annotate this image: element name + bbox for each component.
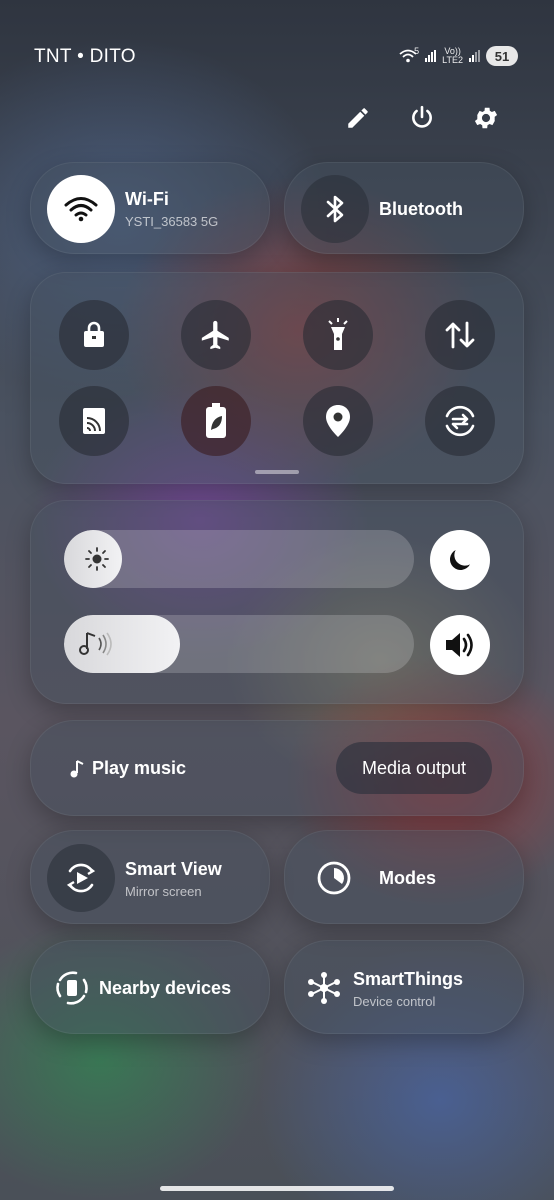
battery-level: 51	[486, 46, 518, 66]
speaker-icon	[446, 633, 473, 657]
moon-icon	[450, 550, 470, 570]
airplane-icon	[201, 320, 229, 350]
nearby-devices-toggle[interactable]	[47, 963, 97, 1013]
power-icon	[412, 105, 432, 128]
flashlight-icon	[328, 318, 348, 350]
lock-icon	[84, 321, 104, 347]
cast-icon	[83, 408, 105, 434]
bluetooth-tile[interactable]: Bluetooth	[284, 162, 524, 254]
signal-bars-icon	[425, 50, 437, 62]
smartthings-subtitle: Device control	[353, 994, 436, 1009]
power-button[interactable]	[402, 98, 442, 138]
wifi-tile[interactable]: Wi-Fi YSTI_36583 5G	[30, 162, 270, 254]
pencil-icon	[348, 108, 368, 128]
smart-view-toggle[interactable]	[47, 844, 115, 912]
flashlight-toggle[interactable]	[303, 300, 373, 370]
signal-bars-2-icon	[469, 50, 480, 62]
nearby-devices-title: Nearby devices	[99, 978, 232, 998]
wifi-status-icon: 5	[398, 45, 420, 64]
expand-handle[interactable]	[255, 470, 299, 474]
sync-toggle[interactable]	[425, 386, 495, 456]
wifi-icon	[64, 197, 98, 222]
location-icon	[326, 405, 350, 437]
modes-title: Modes	[379, 868, 437, 888]
brightness-slider[interactable]	[64, 530, 414, 588]
location-toggle[interactable]	[303, 386, 373, 456]
wifi-toggle[interactable]	[47, 175, 115, 243]
music-note-icon	[70, 759, 84, 777]
smartthings-icon	[308, 972, 340, 1004]
smartthings-tile[interactable]: SmartThings Device control	[284, 940, 524, 1034]
battery-saver-icon	[206, 403, 226, 438]
play-music-button[interactable]: Play music	[68, 758, 186, 779]
smart-view-tile[interactable]: Smart View Mirror screen	[30, 830, 270, 924]
mobile-data-toggle[interactable]	[425, 300, 495, 370]
sun-icon	[85, 547, 109, 571]
smart-view-subtitle: Mirror screen	[125, 884, 202, 899]
sound-mode-toggle[interactable]	[430, 615, 490, 675]
music-note-volume-icon	[79, 632, 112, 656]
bluetooth-icon	[326, 195, 344, 223]
bluetooth-toggle[interactable]	[301, 175, 369, 243]
modes-tile[interactable]: Modes	[284, 830, 524, 924]
volte-indicator: Vo)) LTE2	[442, 47, 463, 65]
settings-button[interactable]	[466, 98, 506, 138]
smart-view-icon	[66, 863, 96, 893]
smartthings-toggle[interactable]	[299, 963, 349, 1013]
power-saving-toggle[interactable]	[181, 386, 251, 456]
play-music-label: Play music	[92, 758, 187, 778]
nearby-devices-tile[interactable]: Nearby devices	[30, 940, 270, 1034]
edit-button[interactable]	[338, 98, 378, 138]
modes-toggle[interactable]	[309, 853, 359, 903]
airplane-mode-toggle[interactable]	[181, 300, 251, 370]
wifi-title: Wi-Fi	[125, 189, 169, 209]
wifi-band-label: 5	[414, 45, 420, 56]
status-icons: 5 Vo)) LTE2 51	[398, 46, 518, 66]
modes-icon	[317, 861, 351, 895]
volume-slider[interactable]	[64, 615, 414, 673]
gesture-navigation-bar[interactable]	[160, 1186, 394, 1191]
bluetooth-title: Bluetooth	[379, 199, 463, 219]
smartthings-title: SmartThings	[353, 969, 464, 989]
media-output-button[interactable]: Media output	[336, 742, 492, 794]
dark-mode-toggle[interactable]	[430, 530, 490, 590]
carrier-label: TNT • DITO	[34, 46, 136, 67]
nearby-devices-icon	[56, 971, 88, 1005]
smart-view-title: Smart View	[125, 859, 222, 879]
data-transfer-icon	[445, 321, 475, 349]
gear-icon	[474, 107, 498, 129]
lte-label: LTE2	[442, 55, 463, 65]
sync-icon	[445, 405, 475, 437]
wifi-network-name: YSTI_36583 5G	[125, 214, 219, 229]
secure-folder-toggle[interactable]	[59, 300, 129, 370]
cast-toggle[interactable]	[59, 386, 129, 456]
